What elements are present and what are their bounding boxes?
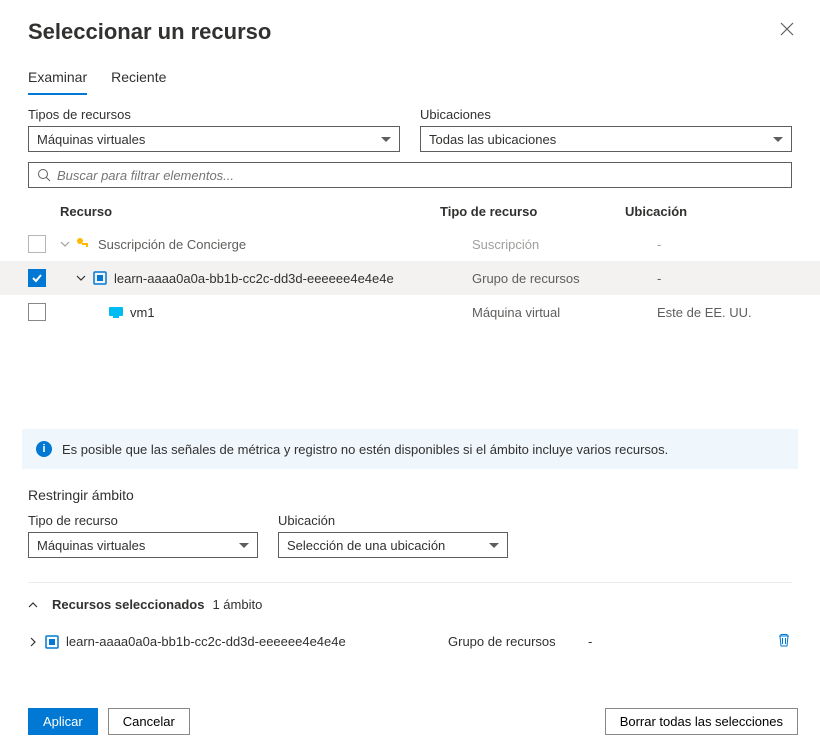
apply-button[interactable]: Aplicar [28,708,98,735]
table-row[interactable]: Suscripción de Concierge Suscripción- [0,227,820,261]
resource-types-label: Tipos de recursos [28,107,400,122]
chevron-down-icon [381,137,391,142]
selected-item-location: - [588,634,776,649]
delete-icon[interactable] [776,632,792,651]
row-resource-name: Suscripción de Concierge [98,237,246,252]
resource-group-icon [44,634,60,650]
table-row[interactable]: learn-aaaa0a0a-bb1b-cc2c-dd3d-eeeeee4e4e… [0,261,820,295]
row-resource-location: - [657,237,792,252]
search-icon [37,168,51,182]
info-banner-text: Es posible que las señales de métrica y … [62,442,668,457]
selected-resources-heading: Recursos seleccionados [52,597,204,612]
row-checkbox[interactable] [28,269,46,287]
rg-icon [92,270,108,286]
locations-dropdown[interactable]: Todas las ubicaciones [420,126,792,152]
row-resource-type: Grupo de recursos [472,271,657,286]
chevron-down-icon [773,137,783,142]
column-header-type: Tipo de recurso [440,204,625,219]
info-banner: i Es posible que las señales de métrica … [22,429,798,469]
restrict-location-dropdown[interactable]: Selección de una ubicación [278,532,508,558]
key-icon [76,236,92,252]
selected-item-name: learn-aaaa0a0a-bb1b-cc2c-dd3d-eeeeee4e4e… [66,634,346,649]
collapse-selected-icon[interactable] [28,600,40,610]
cancel-button[interactable]: Cancelar [108,708,190,735]
row-resource-type: Suscripción [472,237,657,252]
row-resource-location: Este de EE. UU. [657,305,792,320]
clear-all-button[interactable]: Borrar todas las selecciones [605,708,798,735]
selected-count: 1 ámbito [212,597,262,612]
row-resource-location: - [657,271,792,286]
chevron-down-icon [239,543,249,548]
row-resource-name: vm1 [130,305,155,320]
row-checkbox[interactable] [28,303,46,321]
info-icon: i [36,441,52,457]
selected-item-type: Grupo de recursos [448,634,588,649]
search-input-container[interactable] [28,162,792,188]
row-resource-name: learn-aaaa0a0a-bb1b-cc2c-dd3d-eeeeee4e4e… [114,271,394,286]
row-resource-type: Máquina virtual [472,305,657,320]
dialog-title: Seleccionar un recurso [28,19,271,45]
restrict-location-label: Ubicación [278,513,508,528]
row-checkbox[interactable] [28,235,46,253]
chevron-down-icon [489,543,499,548]
table-row[interactable]: vm1 Máquina virtualEste de EE. UU. [0,295,820,329]
resource-types-value: Máquinas virtuales [37,132,145,147]
vm-icon [108,304,124,320]
expand-row-icon[interactable] [60,239,72,249]
search-input[interactable] [57,168,783,183]
resource-types-dropdown[interactable]: Máquinas virtuales [28,126,400,152]
restrict-resource-type-dropdown[interactable]: Máquinas virtuales [28,532,258,558]
locations-label: Ubicaciones [420,107,792,122]
expand-row-icon[interactable] [76,273,88,283]
close-icon[interactable] [776,18,798,45]
expand-selected-item-icon[interactable] [28,637,40,647]
restrict-resource-type-label: Tipo de recurso [28,513,258,528]
restrict-scope-title: Restringir ámbito [28,487,792,503]
column-header-resource: Recurso [60,204,440,219]
column-header-location: Ubicación [625,204,792,219]
restrict-resource-type-value: Máquinas virtuales [37,538,145,553]
tab-recent[interactable]: Reciente [111,61,166,95]
tab-browse[interactable]: Examinar [28,61,87,95]
locations-value: Todas las ubicaciones [429,132,556,147]
restrict-location-value: Selección de una ubicación [287,538,445,553]
